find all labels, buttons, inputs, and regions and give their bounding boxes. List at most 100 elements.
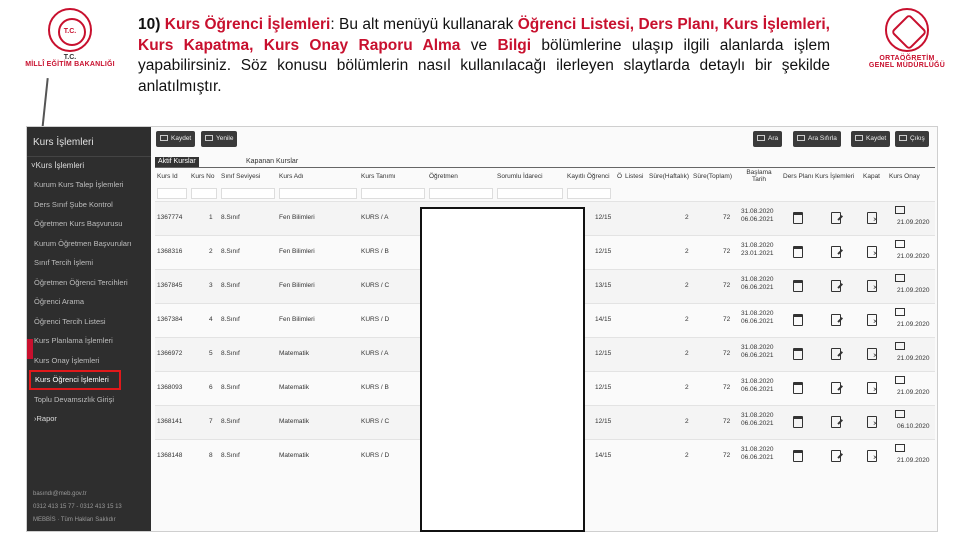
col-header[interactable]: Öğretmen — [429, 173, 458, 180]
edit-icon[interactable] — [831, 382, 841, 394]
calendar-icon[interactable] — [793, 382, 803, 394]
filter-input[interactable] — [497, 188, 563, 199]
edit-icon[interactable] — [831, 212, 841, 224]
cell-total: 72 — [723, 384, 731, 391]
cell-approve-date: 21.09.2020 — [897, 321, 930, 328]
calendar-icon[interactable] — [793, 246, 803, 258]
save-button[interactable]: Kaydet — [156, 131, 196, 147]
edit-icon[interactable] — [831, 314, 841, 326]
col-header[interactable]: Kurs İşlemleri — [815, 173, 854, 180]
cell-dates: 31.08.2020 06.06.2021 — [741, 378, 774, 394]
sidebar-item[interactable]: Öğretmen Kurs Başvurusu — [27, 214, 151, 234]
cell-total: 72 — [723, 248, 731, 255]
sidebar-item[interactable]: Ders Sınıf Şube Kontrol — [27, 195, 151, 215]
printer-icon[interactable] — [895, 308, 905, 316]
col-header[interactable]: Süre(Toplam) — [693, 173, 732, 180]
col-header[interactable]: Kapat — [863, 173, 880, 180]
save-top-button[interactable]: Kaydet — [851, 131, 891, 147]
col-header[interactable]: Sınıf Seviyesi — [221, 173, 260, 180]
printer-icon[interactable] — [895, 376, 905, 384]
close-course-icon[interactable] — [867, 314, 878, 326]
sidebar-item[interactable]: Kurs Planlama İşlemleri — [27, 331, 151, 351]
cell-course-name: Matematik — [279, 452, 309, 459]
close-course-icon[interactable] — [867, 416, 878, 428]
close-course-icon[interactable] — [867, 348, 878, 360]
edit-icon[interactable] — [831, 416, 841, 428]
cell-weekly: 2 — [685, 316, 689, 323]
col-header[interactable]: Sorumlu İdareci — [497, 173, 543, 180]
sidebar-item[interactable]: Kurum Kurs Talep İşlemleri — [27, 175, 151, 195]
col-header[interactable]: Listesi — [625, 173, 643, 180]
sidebar-item[interactable]: Sınıf Tercih İşlemi — [27, 253, 151, 273]
edit-icon[interactable] — [831, 280, 841, 292]
printer-icon[interactable] — [895, 342, 905, 350]
edit-icon[interactable] — [831, 246, 841, 258]
sidebar-item-kurs-ogrenci-islemleri[interactable]: Kurs Öğrenci İşlemleri — [29, 370, 121, 390]
sidebar-item[interactable]: Öğrenci Tercih Listesi — [27, 312, 151, 332]
calendar-icon[interactable] — [793, 450, 803, 462]
search-button[interactable]: Ara — [753, 131, 783, 147]
printer-icon[interactable] — [895, 274, 905, 282]
calendar-icon[interactable] — [793, 348, 803, 360]
filter-input[interactable] — [567, 188, 611, 199]
col-header[interactable]: Süre(Haftalık) — [649, 173, 689, 180]
sidebar-item[interactable]: Öğretmen Öğrenci Tercihleri — [27, 273, 151, 293]
close-course-icon[interactable] — [867, 382, 878, 394]
filter-input[interactable] — [279, 188, 357, 199]
cell-no: 5 — [209, 350, 213, 357]
close-course-icon[interactable] — [867, 212, 878, 224]
col-header[interactable]: Kurs Onay — [889, 173, 920, 180]
close-course-icon[interactable] — [867, 280, 878, 292]
cell-approve-date: 21.09.2020 — [897, 219, 930, 226]
exit-button[interactable]: Çıkış — [895, 131, 929, 147]
sidebar-section-kurs-islemleri[interactable]: ˅Kurs İşlemleri — [27, 157, 151, 175]
tab-aktif-kurslar[interactable]: Aktif Kurslar — [155, 157, 199, 167]
col-header[interactable]: Kurs Id — [157, 173, 178, 180]
printer-icon[interactable] — [895, 206, 905, 214]
filter-input[interactable] — [361, 188, 425, 199]
col-header[interactable]: Başlama Tarih — [739, 169, 779, 183]
cell-end-date: 06.06.2021 — [741, 420, 774, 427]
cell-start-date: 31.08.2020 — [741, 378, 774, 385]
edit-icon[interactable] — [831, 450, 841, 462]
sidebar-item[interactable]: Öğrenci Arama — [27, 292, 151, 312]
edit-icon[interactable] — [831, 348, 841, 360]
printer-icon[interactable] — [895, 240, 905, 248]
filter-input[interactable] — [157, 188, 187, 199]
col-header[interactable]: Ö — [617, 173, 622, 180]
col-header[interactable]: Ders Planı — [783, 173, 813, 180]
close-course-icon[interactable] — [867, 246, 878, 258]
col-header[interactable]: Kurs Tanımı — [361, 173, 396, 180]
col-header[interactable]: Kurs Adı — [279, 173, 304, 180]
cell-enrolled: 12/15 — [595, 384, 612, 391]
intro-paragraph: 10) Kurs Öğrenci İşlemleri: Bu alt menüy… — [138, 15, 830, 97]
filter-input[interactable] — [191, 188, 217, 199]
ogm-seal-icon — [885, 8, 929, 52]
close-course-icon[interactable] — [867, 450, 878, 462]
cell-level: 8.Sınıf — [221, 384, 240, 391]
filter-input[interactable] — [221, 188, 275, 199]
cell-total: 72 — [723, 350, 731, 357]
calendar-icon[interactable] — [793, 416, 803, 428]
sidebar-item[interactable]: Kurs Onay İşlemleri — [27, 351, 151, 371]
sidebar-item-rapor[interactable]: ›Rapor — [27, 409, 151, 429]
cell-level: 8.Sınıf — [221, 350, 240, 357]
sidebar-item[interactable]: Toplu Devamsızlık Girişi — [27, 390, 151, 410]
tab-kapanan-kurslar[interactable]: Kapanan Kurslar — [243, 157, 301, 167]
sidebar-item[interactable]: Kurum Öğretmen Başvuruları — [27, 234, 151, 254]
calendar-icon[interactable] — [793, 212, 803, 224]
printer-icon[interactable] — [895, 410, 905, 418]
refresh-button[interactable]: Yenile — [201, 131, 238, 147]
col-header[interactable]: Kayıtlı Öğrenci — [567, 173, 610, 180]
printer-icon[interactable] — [895, 444, 905, 452]
cell-enrolled: 14/15 — [595, 316, 612, 323]
cell-dates: 31.08.2020 06.06.2021 — [741, 276, 774, 292]
logo-left-line1: T.C. — [63, 54, 77, 61]
toolbar: Kaydet Yenile Ara Ara Sıfırla Kaydet Çık… — [151, 127, 937, 153]
logo-tc: T.C. — [63, 28, 77, 35]
filter-input[interactable] — [429, 188, 493, 199]
search-clear-button[interactable]: Ara Sıfırla — [793, 131, 841, 147]
calendar-icon[interactable] — [793, 280, 803, 292]
calendar-icon[interactable] — [793, 314, 803, 326]
col-header[interactable]: Kurs No — [191, 173, 214, 180]
